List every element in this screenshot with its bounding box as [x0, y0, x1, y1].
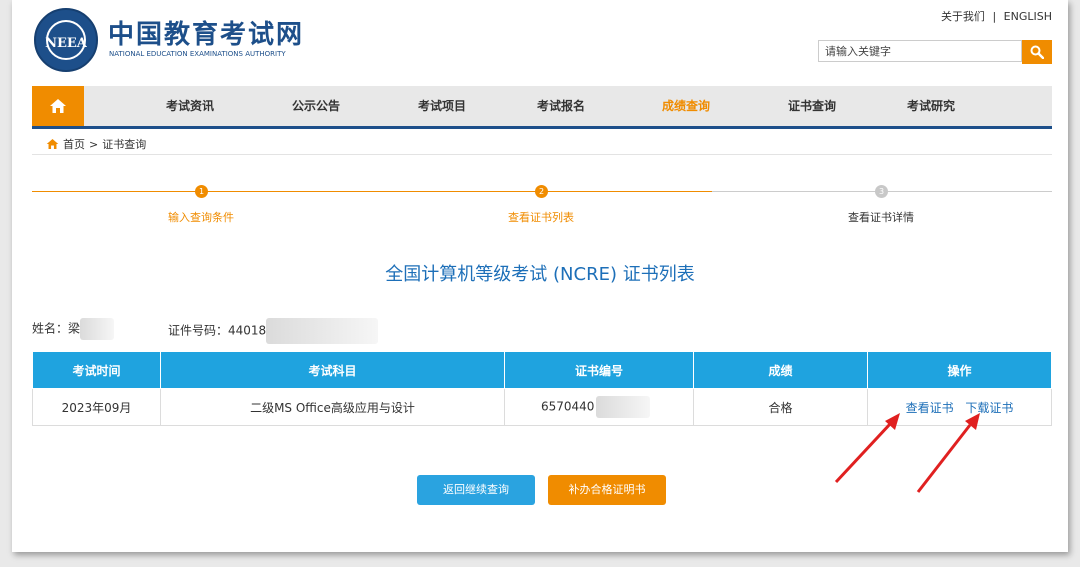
back-to-query-button[interactable]: 返回继续查询: [417, 475, 535, 505]
page: NEEA 中国教育考试网 NATIONAL EDUCATION EXAMINAT…: [12, 0, 1068, 552]
arrow-to-view-icon: [834, 413, 900, 484]
arrow-to-download-icon: [916, 413, 980, 493]
reissue-certificate-button[interactable]: 补办合格证明书: [548, 475, 666, 505]
annotation-arrows: [834, 413, 980, 493]
